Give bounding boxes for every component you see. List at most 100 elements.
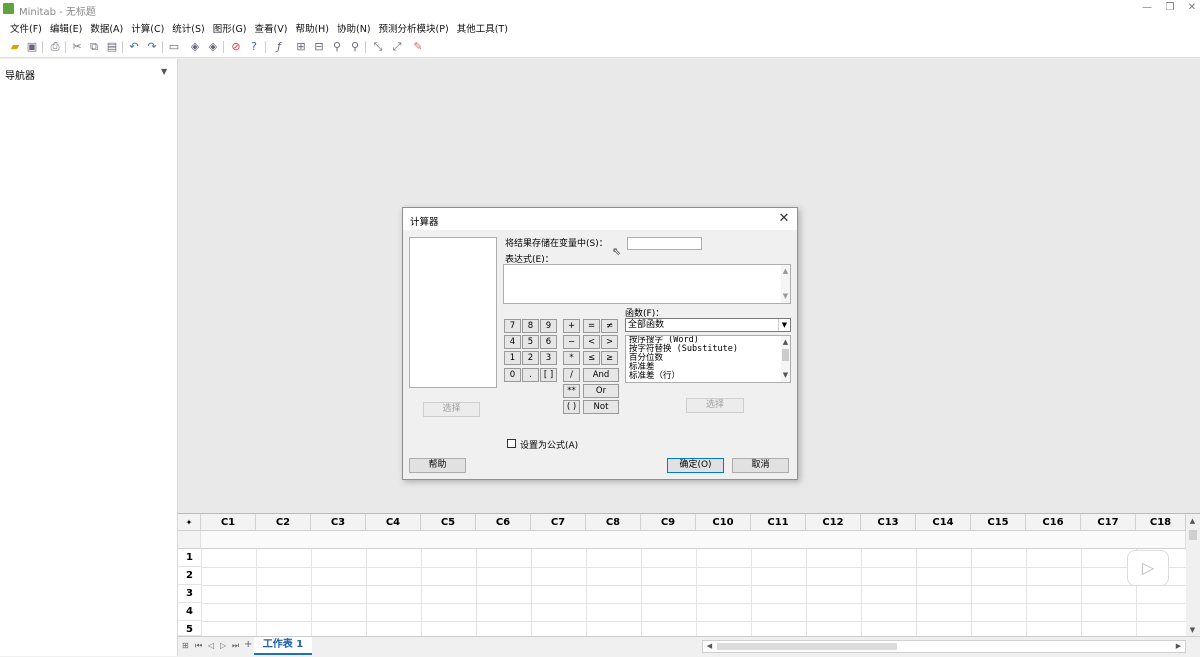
row-header[interactable]: 5 xyxy=(178,621,201,636)
key-or[interactable]: Or xyxy=(583,384,619,398)
menu-stat[interactable]: 统计(S) xyxy=(168,18,208,36)
column-name-row[interactable] xyxy=(201,531,1186,549)
worksheet-vertical-scrollbar[interactable]: ▲ ▼ xyxy=(1186,514,1200,641)
column-header[interactable]: C5 xyxy=(421,514,476,531)
chevron-down-icon[interactable]: ▼ xyxy=(161,67,167,76)
window-icon[interactable]: ▭ xyxy=(167,40,181,54)
menu-assist[interactable]: 协助(N) xyxy=(333,18,375,36)
sheet-tab[interactable]: 工作表 1 xyxy=(254,637,312,655)
key-parentheses[interactable]: ( ) xyxy=(563,400,580,414)
column-header[interactable]: C17 xyxy=(1081,514,1136,531)
key-less-equal[interactable]: ≤ xyxy=(583,351,600,365)
print-icon[interactable]: ⎙ xyxy=(48,40,62,54)
minimize-icon[interactable]: — xyxy=(1140,2,1154,13)
menu-predictive[interactable]: 预测分析模块(P) xyxy=(375,18,453,36)
key-minus[interactable]: − xyxy=(563,335,580,349)
scroll-right-icon[interactable]: ▶ xyxy=(1174,642,1183,650)
key-greater[interactable]: > xyxy=(601,335,618,349)
menu-graph[interactable]: 图形(G) xyxy=(209,18,251,36)
menu-tools[interactable]: 其他工具(T) xyxy=(453,18,512,36)
key-plus[interactable]: + xyxy=(563,319,580,333)
column-header[interactable]: C8 xyxy=(586,514,641,531)
scatter-icon[interactable]: ⤢ xyxy=(390,40,404,54)
scroll-up-icon[interactable]: ▲ xyxy=(781,267,790,275)
close-icon[interactable]: ✕ xyxy=(777,211,791,226)
sheet-grid-icon[interactable]: ⊞ xyxy=(182,641,189,650)
column-header[interactable]: C18 xyxy=(1136,514,1186,531)
restore-icon[interactable]: ❐ xyxy=(1163,2,1177,13)
row-header[interactable]: 1 xyxy=(178,549,201,567)
brush-icon[interactable]: ⤡ xyxy=(371,40,385,54)
column-header[interactable]: C11 xyxy=(751,514,806,531)
key-5[interactable]: 5 xyxy=(522,335,539,349)
column-header-corner[interactable]: ✦ xyxy=(178,514,201,531)
scroll-up-icon[interactable]: ▲ xyxy=(781,338,790,346)
expression-input[interactable]: ▲ ▼ xyxy=(503,264,791,304)
close-window-icon[interactable]: ✕ xyxy=(1185,2,1199,13)
key-3[interactable]: 3 xyxy=(540,351,557,365)
functions-list[interactable]: 按序搜字 (Word) 按字符替换 (Substitute) 百分位数 标准差 … xyxy=(625,335,791,383)
column-header[interactable]: C6 xyxy=(476,514,531,531)
key-8[interactable]: 8 xyxy=(522,319,539,333)
key-1[interactable]: 1 xyxy=(504,351,521,365)
variable-list[interactable] xyxy=(409,237,497,388)
function-icon[interactable]: ƒ xyxy=(272,40,286,54)
key-brackets[interactable]: [ ] xyxy=(540,368,557,382)
key-2[interactable]: 2 xyxy=(522,351,539,365)
key-not[interactable]: Not xyxy=(583,400,619,414)
scroll-down-icon[interactable]: ▼ xyxy=(781,371,790,379)
store-variable-input[interactable] xyxy=(627,237,702,250)
column-header[interactable]: C12 xyxy=(806,514,861,531)
insert-columns-icon[interactable]: ⊞ xyxy=(294,40,308,54)
key-not-equal[interactable]: ≠ xyxy=(601,319,618,333)
menu-file[interactable]: 文件(F) xyxy=(6,18,46,36)
key-7[interactable]: 7 xyxy=(504,319,521,333)
row-header[interactable]: 4 xyxy=(178,603,201,621)
cancel-button[interactable]: 取消 xyxy=(732,458,789,473)
key-6[interactable]: 6 xyxy=(540,335,557,349)
prev-sheet-icon[interactable]: ◁ xyxy=(208,641,214,650)
column-header[interactable]: C9 xyxy=(641,514,696,531)
add-sheet-icon[interactable]: + xyxy=(244,639,252,650)
menu-edit[interactable]: 编辑(E) xyxy=(46,18,86,36)
column-header[interactable]: C2 xyxy=(256,514,311,531)
menu-help[interactable]: 帮助(H) xyxy=(291,18,333,36)
find-icon[interactable]: ◈ xyxy=(188,40,202,54)
save-icon[interactable]: ▣ xyxy=(25,40,39,54)
first-sheet-icon[interactable]: ⏮ xyxy=(195,641,202,651)
redo-icon[interactable]: ↷ xyxy=(145,40,159,54)
cut-icon[interactable]: ✂ xyxy=(70,40,84,54)
find-next-icon[interactable]: ◈ xyxy=(206,40,220,54)
row-header[interactable]: 2 xyxy=(178,567,201,585)
eraser-icon[interactable]: ✎ xyxy=(411,40,425,54)
cancel-icon[interactable]: ⊘ xyxy=(229,40,243,54)
column-header[interactable]: C4 xyxy=(366,514,421,531)
open-icon[interactable]: ▰ xyxy=(8,40,22,54)
key-and[interactable]: And xyxy=(583,368,619,382)
column-header[interactable]: C7 xyxy=(531,514,586,531)
menu-calc[interactable]: 计算(C) xyxy=(127,18,168,36)
key-dot[interactable]: . xyxy=(522,368,539,382)
scroll-down-icon[interactable]: ▼ xyxy=(781,292,790,300)
next-sheet-icon[interactable]: ▷ xyxy=(220,641,226,650)
undo-icon[interactable]: ↶ xyxy=(127,40,141,54)
row-header[interactable]: 3 xyxy=(178,585,201,603)
formula-checkbox[interactable] xyxy=(507,439,516,448)
column-header[interactable]: C16 xyxy=(1026,514,1081,531)
key-equal[interactable]: = xyxy=(583,319,600,333)
scroll-down-icon[interactable]: ▼ xyxy=(1188,626,1197,634)
worksheet-horizontal-scrollbar[interactable]: ◀ ▶ xyxy=(702,640,1186,653)
scroll-thumb[interactable] xyxy=(782,349,789,361)
select-variable-button[interactable]: 选择 xyxy=(423,402,480,417)
scroll-thumb[interactable] xyxy=(1189,530,1197,540)
key-greater-equal[interactable]: ≥ xyxy=(601,351,618,365)
key-power[interactable]: ** xyxy=(563,384,580,398)
scroll-thumb[interactable] xyxy=(717,643,897,650)
key-divide[interactable]: / xyxy=(563,368,580,382)
chevron-down-icon[interactable]: ▼ xyxy=(778,319,790,331)
key-multiply[interactable]: * xyxy=(563,351,580,365)
column-header[interactable]: C10 xyxy=(696,514,751,531)
copy-icon[interactable]: ⧉ xyxy=(87,40,101,54)
key-4[interactable]: 4 xyxy=(504,335,521,349)
key-9[interactable]: 9 xyxy=(540,319,557,333)
